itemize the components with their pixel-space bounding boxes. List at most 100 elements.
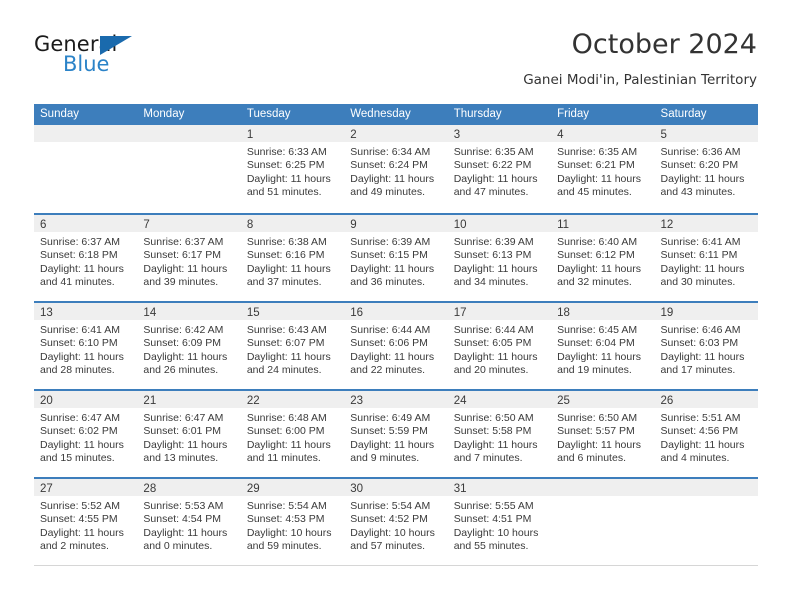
daylight-text-line1: Daylight: 11 hours: [557, 350, 641, 363]
day-cell[interactable]: 31 Sunrise: 5:55 AM Sunset: 4:51 PM Dayligh…: [447, 479, 552, 565]
daylight-text-line2: and 41 minutes.: [40, 276, 115, 289]
day-cell[interactable]: 26 Sunrise: 5:51 AM Sunset: 4:56 PM Dayligh…: [654, 391, 758, 477]
day-cell[interactable]: 7 Sunrise: 6:37 AM Sunset: 6:17 PM Daylight…: [137, 215, 241, 301]
daylight-text-line2: and 0 minutes.: [143, 540, 213, 553]
sunset-text: Sunset: 6:13 PM: [453, 249, 532, 262]
day-cell[interactable]: 19 Sunrise: 6:46 AM Sunset: 6:03 PM Dayligh…: [654, 303, 758, 389]
day-number: 25: [557, 395, 570, 407]
sunrise-text: Sunrise: 6:34 AM: [350, 146, 431, 158]
day-cell[interactable]: 6 Sunrise: 6:37 AM Sunset: 6:18 PM Daylight…: [34, 215, 138, 301]
daylight-text-line1: Daylight: 11 hours: [40, 262, 124, 275]
day-cell[interactable]: 9 Sunrise: 6:39 AM Sunset: 6:15 PM Daylight…: [344, 215, 448, 301]
day-cell[interactable]: 17 Sunrise: 6:44 AM Sunset: 6:05 PM Dayligh…: [447, 303, 552, 389]
daylight-text-line2: and 19 minutes.: [557, 364, 632, 377]
day-number: 26: [660, 395, 674, 407]
day-cell[interactable]: 24 Sunrise: 6:50 AM Sunset: 5:58 PM Dayligh…: [447, 391, 552, 477]
day-cell[interactable]: 20 Sunrise: 6:47 AM Sunset: 6:02 PM Dayligh…: [34, 391, 138, 477]
day-cell-empty[interactable]: [34, 125, 138, 213]
day-cell[interactable]: 14 Sunrise: 6:42 AM Sunset: 6:09 PM Dayligh…: [137, 303, 241, 389]
day-number: 17: [453, 307, 467, 319]
day-number: 9: [350, 219, 357, 231]
day-cell[interactable]: 15 Sunrise: 6:43 AM Sunset: 6:07 PM Dayligh…: [240, 303, 345, 389]
daylight-text-line1: Daylight: 10 hours: [453, 526, 539, 539]
daylight-text-line2: and 26 minutes.: [143, 364, 219, 377]
day-cell[interactable]: 10 Sunrise: 6:39 AM Sunset: 6:13 PM Dayligh…: [447, 215, 552, 301]
day-number: 7: [143, 219, 150, 231]
day-cell[interactable]: 23 Sunrise: 6:49 AM Sunset: 5:59 PM Dayligh…: [344, 391, 448, 477]
daylight-text-line1: Daylight: 11 hours: [246, 262, 331, 275]
day-info: Sunrise: 6:36 AM Sunset: 6:20 PM Daylight:…: [655, 142, 758, 200]
day-cell[interactable]: 29 Sunrise: 5:54 AM Sunset: 4:53 PM Dayligh…: [240, 479, 345, 565]
day-number: 1: [246, 129, 254, 141]
sunrise-text: Sunrise: 6:46 AM: [660, 324, 741, 336]
daylight-text-line1: Daylight: 11 hours: [453, 350, 538, 363]
day-cell[interactable]: 18 Sunrise: 6:45 AM Sunset: 6:04 PM Dayligh…: [551, 303, 655, 389]
sunrise-text: Sunrise: 6:44 AM: [453, 324, 534, 336]
day-number: 30: [350, 483, 364, 495]
day-cell[interactable]: 21 Sunrise: 6:47 AM Sunset: 6:01 PM Dayligh…: [137, 391, 241, 477]
day-cell[interactable]: 4 Sunrise: 6:35 AM Sunset: 6:21 PM Daylight…: [551, 125, 655, 213]
day-cell[interactable]: 30 Sunrise: 5:54 AM Sunset: 4:52 PM Dayligh…: [344, 479, 448, 565]
week-row: 20 Sunrise: 6:47 AM Sunset: 6:02 PM Dayligh…: [34, 389, 758, 477]
daylight-text-line1: Daylight: 11 hours: [246, 172, 331, 185]
day-number-band: 8: [240, 215, 345, 232]
day-number-band: 12: [654, 215, 758, 232]
sunset-text: Sunset: 6:00 PM: [246, 425, 325, 438]
sunrise-text: Sunrise: 6:39 AM: [453, 236, 534, 248]
day-cell[interactable]: 13 Sunrise: 6:41 AM Sunset: 6:10 PM Dayligh…: [34, 303, 138, 389]
day-number: 18: [557, 307, 570, 319]
daylight-text-line1: Daylight: 11 hours: [143, 526, 228, 539]
daylight-text-line2: and 30 minutes.: [660, 276, 736, 289]
sunrise-text: Sunrise: 5:54 AM: [350, 500, 431, 512]
day-cell[interactable]: 3 Sunrise: 6:35 AM Sunset: 6:22 PM Daylight…: [447, 125, 552, 213]
sunset-text: Sunset: 6:05 PM: [453, 337, 532, 350]
daylight-text-line2: and 17 minutes.: [660, 364, 736, 377]
day-number: 13: [40, 307, 53, 319]
sunrise-text: Sunrise: 6:45 AM: [557, 324, 638, 336]
day-number: 10: [453, 219, 467, 231]
sunrise-text: Sunrise: 6:48 AM: [246, 412, 327, 424]
day-info: Sunrise: 6:39 AM Sunset: 6:13 PM Daylight:…: [448, 232, 551, 290]
day-cell[interactable]: 22 Sunrise: 6:48 AM Sunset: 6:00 PM Dayligh…: [240, 391, 345, 477]
daylight-text-line1: Daylight: 11 hours: [557, 262, 641, 275]
day-number-band: 26: [654, 391, 758, 408]
day-info: Sunrise: 6:41 AM Sunset: 6:11 PM Daylight:…: [655, 232, 758, 290]
day-cell[interactable]: 25 Sunrise: 6:50 AM Sunset: 5:57 PM Dayligh…: [551, 391, 655, 477]
day-number-band-empty: [654, 479, 758, 496]
daylight-text-line1: Daylight: 11 hours: [453, 262, 538, 275]
day-cell[interactable]: 28 Sunrise: 5:53 AM Sunset: 4:54 PM Dayligh…: [137, 479, 241, 565]
sunrise-text: Sunrise: 6:50 AM: [453, 412, 534, 424]
day-number-band-empty: [137, 125, 241, 142]
day-cell[interactable]: 12 Sunrise: 6:41 AM Sunset: 6:11 PM Dayligh…: [654, 215, 758, 301]
general-blue-logo[interactable]: General Blue: [34, 34, 154, 82]
day-number-band: 3: [447, 125, 552, 142]
sunrise-text: Sunrise: 5:53 AM: [143, 500, 224, 512]
daylight-text-line2: and 49 minutes.: [350, 186, 425, 199]
day-cell-empty[interactable]: [551, 479, 655, 565]
day-number-band: 15: [240, 303, 345, 320]
day-number: 24: [453, 395, 467, 407]
day-cell-empty[interactable]: [137, 125, 241, 213]
day-cell[interactable]: 11 Sunrise: 6:40 AM Sunset: 6:12 PM Dayligh…: [551, 215, 655, 301]
day-info: Sunrise: 5:53 AM Sunset: 4:54 PM Daylight:…: [137, 496, 240, 554]
day-cell-empty[interactable]: [654, 479, 758, 565]
sunrise-text: Sunrise: 6:35 AM: [453, 146, 534, 158]
day-cell[interactable]: 8 Sunrise: 6:38 AM Sunset: 6:16 PM Daylight…: [240, 215, 345, 301]
sunset-text: Sunset: 4:53 PM: [246, 513, 325, 526]
sunset-text: Sunset: 6:12 PM: [557, 249, 635, 262]
weekday-header-thursday: Thursday: [453, 108, 502, 120]
day-cell[interactable]: 2 Sunrise: 6:34 AM Sunset: 6:24 PM Daylight…: [344, 125, 448, 213]
day-cell[interactable]: 5 Sunrise: 6:36 AM Sunset: 6:20 PM Daylight…: [654, 125, 758, 213]
calendar-bottom-border: [34, 565, 758, 566]
day-number-band: 31: [447, 479, 552, 496]
day-info: Sunrise: 6:50 AM Sunset: 5:58 PM Daylight:…: [448, 408, 551, 466]
daylight-text-line1: Daylight: 11 hours: [350, 350, 435, 363]
day-info: Sunrise: 6:35 AM Sunset: 6:21 PM Daylight:…: [551, 142, 654, 200]
day-cell[interactable]: 1 Sunrise: 6:33 AM Sunset: 6:25 PM Daylight…: [240, 125, 345, 213]
sunset-text: Sunset: 6:09 PM: [143, 337, 222, 350]
day-number: 21: [143, 395, 157, 407]
day-cell[interactable]: 16 Sunrise: 6:44 AM Sunset: 6:06 PM Dayligh…: [344, 303, 448, 389]
day-cell[interactable]: 27 Sunrise: 5:52 AM Sunset: 4:55 PM Dayligh…: [34, 479, 138, 565]
logo-text-blue: Blue: [63, 52, 110, 76]
page-title: October 2024: [571, 29, 757, 60]
